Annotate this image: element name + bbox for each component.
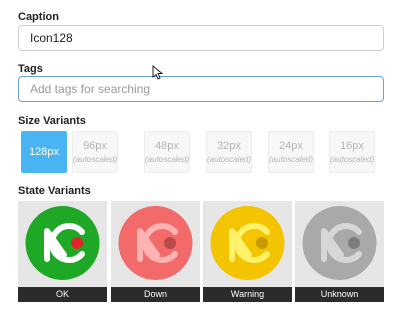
nc-logo-icon <box>302 206 377 280</box>
size-label: 24px <box>279 140 303 152</box>
size-label: 48px <box>155 140 179 152</box>
autoscaled-note: (autoscaled) <box>73 155 118 164</box>
caption-label: Caption <box>18 11 59 23</box>
nc-logo-icon <box>210 206 285 280</box>
autoscaled-note: (autoscaled) <box>330 155 375 164</box>
tags-label: Tags <box>18 63 43 75</box>
size-label: 96px <box>83 140 107 152</box>
size-label: 32px <box>217 140 241 152</box>
state-variants-label: State Variants <box>18 185 91 197</box>
mouse-pointer-icon <box>152 65 164 80</box>
state-variants-row: OK Down Warning Unknown <box>18 201 384 302</box>
state-tile-warning[interactable]: Warning <box>203 201 292 302</box>
autoscaled-note: (autoscaled) <box>269 155 314 164</box>
size-variants-label: Size Variants <box>18 115 86 127</box>
size-tile-128[interactable]: 128px <box>21 131 67 173</box>
state-caption: Warning <box>203 287 292 302</box>
state-tile-unknown[interactable]: Unknown <box>295 201 384 302</box>
state-tile-down[interactable]: Down <box>111 201 200 302</box>
nc-logo-icon <box>25 206 100 280</box>
size-tile-16[interactable]: 16px (autoscaled) <box>329 131 375 173</box>
size-tile-32[interactable]: 32px (autoscaled) <box>206 131 252 173</box>
tags-input[interactable] <box>18 76 384 102</box>
autoscaled-note: (autoscaled) <box>207 155 252 164</box>
size-tile-48[interactable]: 48px (autoscaled) <box>144 131 190 173</box>
state-tile-ok[interactable]: OK <box>18 201 107 302</box>
size-tile-24[interactable]: 24px (autoscaled) <box>268 131 314 173</box>
nc-logo-icon <box>118 206 193 280</box>
state-caption: Unknown <box>295 287 384 302</box>
caption-input[interactable] <box>18 25 384 51</box>
size-tile-96[interactable]: 96px (autoscaled) <box>72 131 118 173</box>
size-label: 16px <box>340 140 364 152</box>
state-caption: Down <box>111 287 200 302</box>
state-caption: OK <box>18 287 107 302</box>
autoscaled-note: (autoscaled) <box>145 155 190 164</box>
size-label: 128px <box>29 146 59 158</box>
